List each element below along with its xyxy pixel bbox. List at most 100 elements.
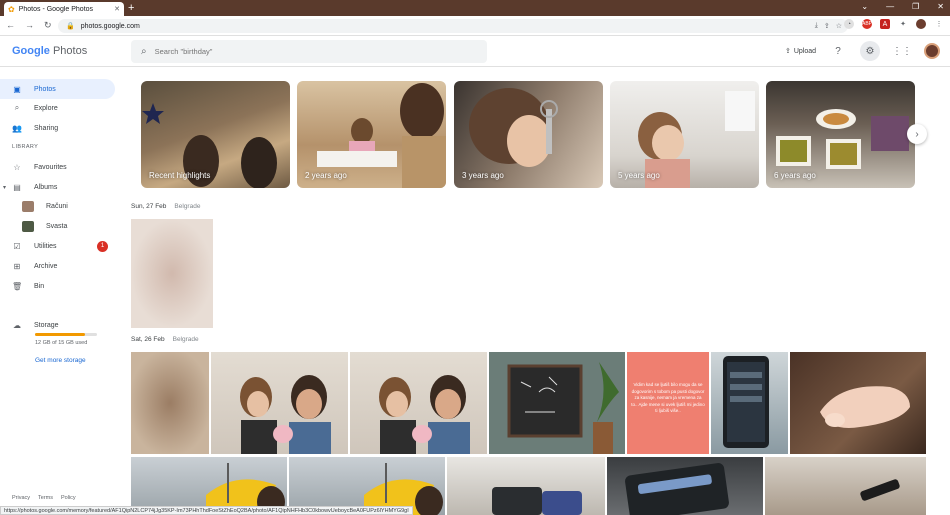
- photo-image: [820, 386, 910, 428]
- google-photos-logo[interactable]: Google Photos: [12, 45, 87, 57]
- help-icon[interactable]: ?: [828, 41, 848, 61]
- notification-badge: 1: [97, 240, 108, 252]
- photo-thumbnail[interactable]: [131, 219, 213, 328]
- app-header: Google Photos ⌕ ⇪ Upload ? ⚙ ⋮⋮: [0, 37, 950, 67]
- archive-icon: ⊞: [13, 261, 21, 271]
- close-tab-icon[interactable]: ✕: [114, 5, 120, 13]
- album-thumbnail: [22, 200, 34, 212]
- photo-thumbnail[interactable]: [350, 352, 487, 454]
- sidebar-item-albums[interactable]: ▾ ▤ Albums: [0, 177, 115, 197]
- carousel-next-icon[interactable]: ›: [907, 124, 927, 144]
- sidebar-item-bin[interactable]: 🗑 Bin: [0, 276, 115, 296]
- photo-thumbnail[interactable]: [607, 457, 763, 515]
- privacy-link[interactable]: Privacy: [12, 495, 30, 501]
- maximize-icon[interactable]: ❐: [912, 2, 919, 11]
- policy-link[interactable]: Policy: [61, 495, 76, 501]
- forward-icon[interactable]: →: [25, 20, 34, 31]
- sidebar-item-label: Photos: [34, 85, 56, 93]
- memory-card[interactable]: Recent highlights: [141, 81, 290, 188]
- storage-progress-bar: [35, 333, 97, 336]
- sidebar-item-label: Sharing: [34, 124, 59, 132]
- section-date: Sun, 27 Feb: [131, 203, 167, 210]
- utilities-icon: ☑: [13, 241, 21, 251]
- sidebar-item-album-svasta[interactable]: Svasta: [0, 216, 115, 236]
- note-photo-thumbnail[interactable]: Vidim kad se ljutiš bilo mogu da se dogo…: [627, 352, 709, 454]
- section-date: Sat, 26 Feb: [131, 336, 165, 343]
- install-icon[interactable]: ⤓: [815, 22, 818, 30]
- album-thumbnail: [22, 220, 34, 232]
- photo-image: [625, 463, 729, 515]
- account-avatar[interactable]: [924, 43, 940, 59]
- abp-extension-icon[interactable]: ABP: [862, 19, 872, 29]
- photo-thumbnail[interactable]: [211, 352, 348, 454]
- more-menu-icon[interactable]: ⋮: [934, 19, 944, 29]
- photo-image: [723, 356, 769, 448]
- search-bar[interactable]: ⌕: [131, 40, 487, 63]
- photo-thumbnail[interactable]: [711, 352, 788, 454]
- sidebar-item-label: Storage: [34, 321, 59, 329]
- upload-button[interactable]: ⇪ Upload: [784, 47, 816, 56]
- sidebar-item-label: Utilities: [34, 242, 57, 250]
- get-more-storage-link[interactable]: Get more storage: [35, 357, 86, 364]
- memory-label: 5 years ago: [618, 171, 660, 180]
- photo-image: [240, 375, 331, 454]
- sidebar-item-utilities[interactable]: ☑ Utilities 1: [0, 236, 115, 256]
- note-photo-text: Vidim kad se ljutiš bilo mogu da se dogo…: [631, 382, 705, 413]
- terms-link[interactable]: Terms: [38, 495, 53, 501]
- logo-photos: Photos: [52, 45, 88, 57]
- settings-gear-icon[interactable]: ⚙: [860, 41, 880, 61]
- photo-thumbnail[interactable]: [447, 457, 605, 515]
- photo-thumbnail[interactable]: [131, 352, 209, 454]
- photo-image: [507, 362, 619, 454]
- sidebar-item-label: Svasta: [46, 222, 68, 230]
- extension-icon[interactable]: ◔: [844, 19, 854, 29]
- share-icon[interactable]: ⇪: [824, 22, 830, 30]
- date-section-header[interactable]: Sat, 26 Feb Belgrade: [131, 336, 199, 343]
- puzzle-extension-icon[interactable]: ✦: [898, 19, 908, 29]
- sidebar-item-label: Archive: [34, 262, 58, 270]
- search-icon[interactable]: ⌕: [141, 46, 147, 57]
- minimize-icon[interactable]: —: [886, 2, 894, 11]
- pdf-extension-icon[interactable]: A: [880, 19, 890, 29]
- memory-label: 2 years ago: [305, 171, 347, 180]
- memory-card[interactable]: 3 years ago: [454, 81, 603, 188]
- search-input[interactable]: [154, 47, 455, 56]
- lock-icon: 🔒: [66, 23, 75, 30]
- people-icon: 👥: [12, 123, 22, 133]
- url-field[interactable]: 🔒 photos.google.com ⤓ ⇪ ☆: [58, 19, 848, 33]
- date-section-header[interactable]: Sun, 27 Feb Belgrade: [131, 203, 200, 210]
- bookmark-star-icon[interactable]: ☆: [836, 22, 842, 30]
- browser-tab[interactable]: ✿ Photos - Google Photos ✕: [4, 2, 124, 16]
- trash-icon: 🗑: [12, 281, 23, 291]
- sidebar-item-explore[interactable]: ⌕ Explore: [0, 98, 115, 118]
- apps-grid-icon[interactable]: ⋮⋮: [892, 41, 912, 61]
- star-icon: ☆: [13, 162, 21, 172]
- sidebar-item-photos[interactable]: ▣ Photos: [0, 79, 115, 99]
- back-icon[interactable]: ←: [6, 20, 15, 31]
- address-bar-row: ← → ↻ 🔒 photos.google.com ⤓ ⇪ ☆ ◔ ABP A …: [0, 16, 950, 36]
- close-window-icon[interactable]: ✕: [937, 2, 944, 11]
- memory-card[interactable]: 2 years ago: [297, 81, 446, 188]
- browser-tab-bar: ✿ Photos - Google Photos ✕ + ⌄ — ❐ ✕: [0, 0, 950, 16]
- reload-icon[interactable]: ↻: [44, 20, 52, 31]
- sidebar-item-favourites[interactable]: ☆ Favourites: [0, 157, 115, 177]
- upload-icon: ⇪: [784, 48, 791, 55]
- photo-thumbnail[interactable]: [489, 352, 625, 454]
- sidebar-item-album-racuni[interactable]: Računi: [0, 196, 115, 216]
- profile-icon[interactable]: [916, 19, 926, 29]
- album-icon: ▤: [13, 182, 21, 192]
- expand-arrow-icon[interactable]: ▾: [3, 184, 6, 191]
- new-tab-button[interactable]: +: [128, 2, 134, 14]
- url-text: photos.google.com: [80, 22, 140, 30]
- sidebar-item-archive[interactable]: ⊞ Archive: [0, 256, 115, 276]
- tab-search-icon[interactable]: ⌄: [861, 2, 868, 11]
- photo-thumbnail[interactable]: [765, 457, 926, 515]
- memory-label: Recent highlights: [149, 171, 211, 180]
- photo-image: [379, 375, 470, 454]
- photo-thumbnail[interactable]: [790, 352, 926, 454]
- memory-card[interactable]: 5 years ago: [610, 81, 759, 188]
- memory-card[interactable]: 6 years ago: [766, 81, 915, 188]
- sidebar-item-sharing[interactable]: 👥 Sharing: [0, 118, 115, 138]
- sidebar-item-storage[interactable]: ☁ Storage: [0, 315, 115, 335]
- section-location: Belgrade: [174, 203, 201, 210]
